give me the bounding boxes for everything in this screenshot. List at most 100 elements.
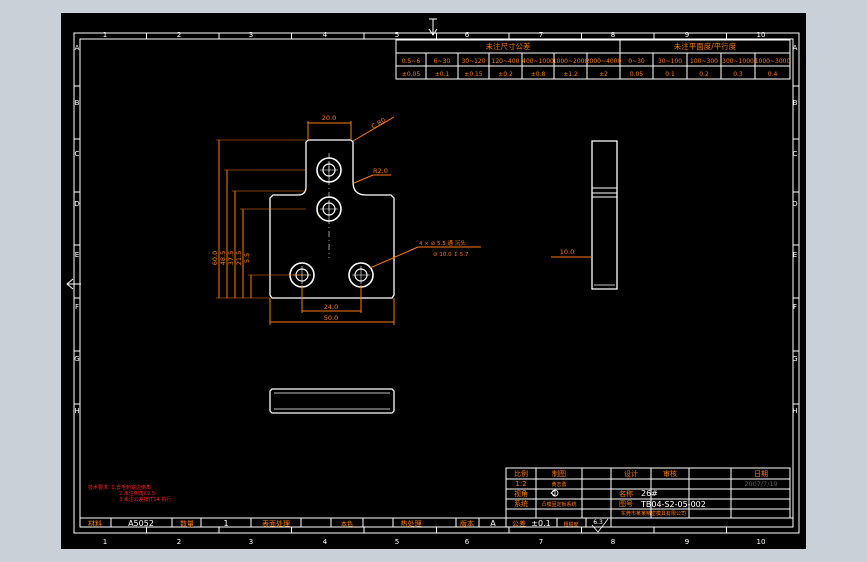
value-material: A5052 — [128, 519, 154, 528]
zone-row-right-F: F — [793, 303, 797, 311]
label-system: 系统 — [514, 499, 528, 508]
zone-col-top-9: 9 — [685, 31, 689, 39]
flat-range-5: 1000~3000 — [755, 58, 791, 65]
zone-row-left-H: H — [74, 407, 79, 415]
label-tolerance: 公差 — [512, 519, 526, 528]
size-tol-6: ±1.2 — [563, 71, 578, 78]
leader-radius — [353, 174, 374, 184]
size-tol-7: ±2 — [599, 71, 608, 78]
flat-range-2: 30~100 — [658, 58, 682, 65]
zone-col-top-6: 6 — [465, 31, 470, 39]
zone-col-bottom-5: 5 — [395, 538, 399, 546]
zone-col-top-1: 1 — [103, 31, 107, 39]
size-range-7: 2000~4000 — [586, 58, 622, 65]
tech-note-3: 3.未注公差按IT14 执行 — [119, 496, 171, 503]
zone-row-right-B: B — [793, 99, 798, 107]
flat-tol-2: 0.1 — [665, 71, 675, 78]
dim-radius: R2.0 — [373, 167, 388, 175]
zone-row-right-D: D — [792, 200, 797, 208]
flat-range-1: 0~30 — [628, 58, 645, 65]
size-range-3: 30~120 — [461, 58, 485, 65]
inner-frame — [79, 38, 794, 528]
drawing-canvas[interactable]: 1 1 2 2 3 3 4 4 5 5 6 6 7 7 8 8 9 9 10 10 A A B B C C D D E E F F G G H H 未注… — [61, 13, 806, 549]
side-view-outline — [591, 140, 618, 290]
dim-height_55: 5.5 — [243, 253, 251, 263]
dim-hole-spacing: 24.0 — [324, 303, 338, 311]
zone-col-top-3: 3 — [249, 31, 253, 39]
size-tol-4: ±0.2 — [498, 71, 513, 78]
zone-row-left-A: A — [75, 44, 80, 52]
outer-frame — [73, 32, 800, 534]
size-range-1: 0.5~6 — [402, 58, 421, 65]
zone-row-right-A: A — [793, 44, 798, 52]
flat-tol-5: 0.4 — [768, 71, 778, 78]
zone-row-left-D: D — [74, 200, 79, 208]
zone-col-bottom-10: 10 — [757, 538, 766, 546]
tech-note-2: 2.未注倒角C0.5 — [119, 490, 155, 497]
zone-row-right-C: C — [793, 150, 798, 158]
zone-col-top-10: 10 — [757, 31, 766, 39]
label-draw: 制图 — [552, 469, 566, 478]
size-range-4: 120~400 — [492, 58, 520, 65]
label-drawing-no: 图号 — [619, 500, 633, 508]
value-scale: 1:2 — [515, 480, 526, 488]
size-tol-3: ±0.15 — [464, 71, 483, 78]
zone-col-bottom-2: 2 — [177, 538, 181, 546]
zone-col-top-8: 8 — [611, 31, 615, 39]
value-drawing-no: TB04-S2-05-002 — [640, 500, 706, 509]
zone-col-bottom-4: 4 — [323, 538, 328, 546]
zone-col-top-7: 7 — [539, 31, 543, 39]
value-company: 东莞市某某精密模具有限公司 — [621, 510, 686, 517]
label-review: 审核 — [663, 469, 677, 478]
dim-height_375: 37.5 — [227, 251, 235, 265]
zone-row-left-E: E — [75, 251, 79, 259]
zone-col-bottom-8: 8 — [611, 538, 615, 546]
zone-col-top-5: 5 — [395, 31, 399, 39]
dim-base-width: 50.0 — [324, 314, 338, 322]
value-qty: 1 — [223, 519, 228, 528]
size-tol-1: ±0.05 — [402, 71, 421, 78]
flat-range-3: 100~300 — [690, 58, 718, 65]
top-view-outline — [269, 388, 395, 414]
value-draw: 黄志勇 — [551, 481, 566, 488]
zone-col-bottom-3: 3 — [249, 538, 253, 546]
cad-viewport: 1 1 2 2 3 3 4 4 5 5 6 6 7 7 8 8 9 9 10 10 A A B B C C D D E E F F G G H H 未注… — [0, 0, 867, 562]
dim-hole-callout-2: ⊘ 10.0 ↧ 5.7 — [433, 252, 469, 258]
label-date: 日期 — [754, 470, 768, 478]
label-version: 版本 — [460, 519, 474, 528]
value-tolerance: ±0.1 — [531, 519, 550, 528]
zone-row-right-E: E — [793, 251, 797, 259]
value-system: 凸模固定板系统 — [541, 501, 576, 508]
size-range-6: 1000~2000 — [553, 58, 589, 65]
label-surface: 表面处理 — [262, 519, 290, 528]
zone-col-bottom-1: 1 — [103, 538, 107, 546]
zone-col-bottom-7: 7 — [539, 538, 543, 546]
flat-tol-4: 0.3 — [733, 71, 743, 78]
projection-symbol — [550, 489, 559, 497]
value-name: 26# — [641, 489, 658, 498]
dim-height_600: 60.0 — [211, 251, 219, 265]
zone-row-right-G: G — [792, 355, 797, 363]
zone-row-left-C: C — [75, 150, 80, 158]
label-design: 设计 — [624, 469, 638, 478]
dim-chamfer: C R0 — [370, 116, 387, 131]
size-tolerance-title: 未注尺寸公差 — [486, 41, 531, 51]
value-surface: 本色 — [341, 520, 353, 528]
dim-hole-callout: 4 × ⊘ 5.5 通 沉头 — [419, 239, 466, 247]
zone-col-top-4: 4 — [323, 31, 328, 39]
size-tol-2: ±0.1 — [435, 71, 450, 78]
dim-height_215: 21.5 — [235, 251, 243, 265]
size-tol-5: ±0.8 — [531, 71, 546, 78]
zone-col-top-2: 2 — [177, 31, 181, 39]
tech-note-1: 技术要求: 1.去毛刺锐边倒角 — [88, 484, 151, 491]
flat-tol-3: 0.2 — [699, 71, 709, 78]
part-outline — [269, 139, 395, 299]
label-roughness: 粗糙度 — [563, 521, 578, 528]
label-projection: 视角 — [514, 489, 528, 498]
drawing-sheet: 1 1 2 2 3 3 4 4 5 5 6 6 7 7 8 8 9 9 10 10 A A B B C C D D E E F F G G H H 未注… — [66, 18, 800, 546]
dim-height_485: 48.5 — [219, 251, 227, 265]
size-range-2: 6~30 — [434, 58, 451, 65]
label-material: 材料 — [88, 519, 102, 528]
flatness-tolerance-title: 未注平面度/平行度 — [674, 41, 737, 51]
dim-thickness: 10.0 — [560, 248, 574, 256]
